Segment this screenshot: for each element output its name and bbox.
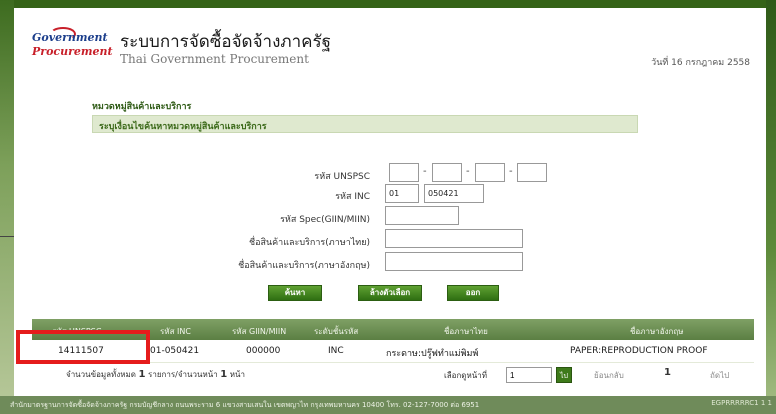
cell-giin: 000000: [246, 346, 281, 356]
unspsc-input-3[interactable]: [475, 163, 505, 182]
cell-name-english: PAPER:REPRODUCTION PROOF: [570, 346, 708, 356]
name-thai-label: ชื่อสินค้าและบริการ(ภาษาไทย): [249, 238, 370, 248]
cell-name-thai: กระดาษ:ปรู๊ฟทำแม่พิมพ์: [386, 349, 479, 359]
current-date: วันที่ 16 กรกฎาคม 2558: [651, 58, 750, 68]
inc-label: รหัส INC: [335, 192, 370, 202]
exit-button[interactable]: ออก: [447, 285, 499, 301]
clear-button[interactable]: ล้างตัวเลือก: [358, 285, 422, 301]
pager-summary: จำนวนข้อมูลทั้งหมด 1 รายการ/จำนวนหน้า 1 …: [66, 368, 245, 381]
column-header-name-thai: ชื่อภาษาไทย: [444, 327, 488, 336]
name-thai-input[interactable]: [385, 229, 523, 248]
logo-text-bottom: Procurement: [32, 45, 113, 58]
spec-input[interactable]: [385, 206, 459, 225]
footer-text: สำนักมาตรฐานการจัดซื้อจัดจ้างภาครัฐ กรมบ…: [10, 401, 480, 409]
column-header-level: ระดับชั้นรหัส: [314, 327, 359, 336]
current-page: 1: [664, 367, 671, 378]
name-english-input[interactable]: [385, 252, 523, 271]
column-header-giin: รหัส GIIN/MIIN: [232, 327, 287, 336]
page-unit: หน้า: [229, 370, 245, 379]
cell-level: INC: [328, 346, 344, 356]
page-count: 1: [220, 369, 228, 380]
unspsc-input-1[interactable]: [389, 163, 419, 182]
inc-input-code[interactable]: [424, 184, 484, 203]
cell-inc: 01-050421: [150, 346, 200, 356]
right-decoration: [766, 0, 776, 414]
name-english-label: ชื่อสินค้าและบริการ(ภาษาอังกฤษ): [238, 261, 370, 271]
unspsc-input-2[interactable]: [432, 163, 462, 182]
unspsc-dash-2: -: [466, 166, 470, 177]
unspsc-dash-3: -: [509, 166, 513, 177]
unspsc-input-4[interactable]: [517, 163, 547, 182]
footer-code: EGPRRRRRC1 1 1: [711, 399, 772, 407]
unspsc-dash-1: -: [423, 166, 427, 177]
total-unit: รายการ/จำนวนหน้า: [148, 370, 218, 379]
site-title-english: Thai Government Procurement: [120, 52, 309, 66]
section-title: หมวดหมู่สินค้าและบริการ: [92, 102, 192, 112]
gprocurement-logo[interactable]: Government Procurement: [32, 27, 113, 63]
top-border: [0, 0, 776, 8]
logo-text-top: Government: [32, 31, 108, 44]
left-decoration: [0, 0, 14, 414]
column-header-inc: รหัส INC: [160, 327, 191, 336]
unspsc-label: รหัส UNSPSC: [314, 172, 370, 182]
goto-page-label: เลือกดูหน้าที่: [444, 371, 487, 380]
inc-input-prefix[interactable]: [385, 184, 419, 203]
spec-label: รหัส Spec(GIIN/MIIN): [280, 215, 370, 225]
site-title-thai: ระบบการจัดซื้อจัดจ้างภาครัฐ: [120, 32, 332, 52]
search-criteria-bar: ระบุเงื่อนไขค้นหาหมวดหมู่สินค้าและบริการ: [92, 115, 638, 133]
next-page-link[interactable]: ถัดไป: [710, 369, 729, 382]
prev-page-link[interactable]: ย้อนกลับ: [594, 369, 624, 382]
goto-page-input[interactable]: [506, 367, 552, 383]
search-button[interactable]: ค้นหา: [268, 285, 322, 301]
footer: สำนักมาตรฐานการจัดซื้อจัดจ้างภาครัฐ กรมบ…: [0, 396, 776, 414]
total-count: 1: [138, 369, 146, 380]
go-button[interactable]: ไป: [556, 367, 572, 383]
total-label: จำนวนข้อมูลทั้งหมด: [66, 370, 136, 379]
highlight-annotation: [16, 330, 150, 364]
column-header-name-english: ชื่อภาษาอังกฤษ: [630, 327, 684, 336]
current-page-number: 1: [664, 367, 671, 378]
